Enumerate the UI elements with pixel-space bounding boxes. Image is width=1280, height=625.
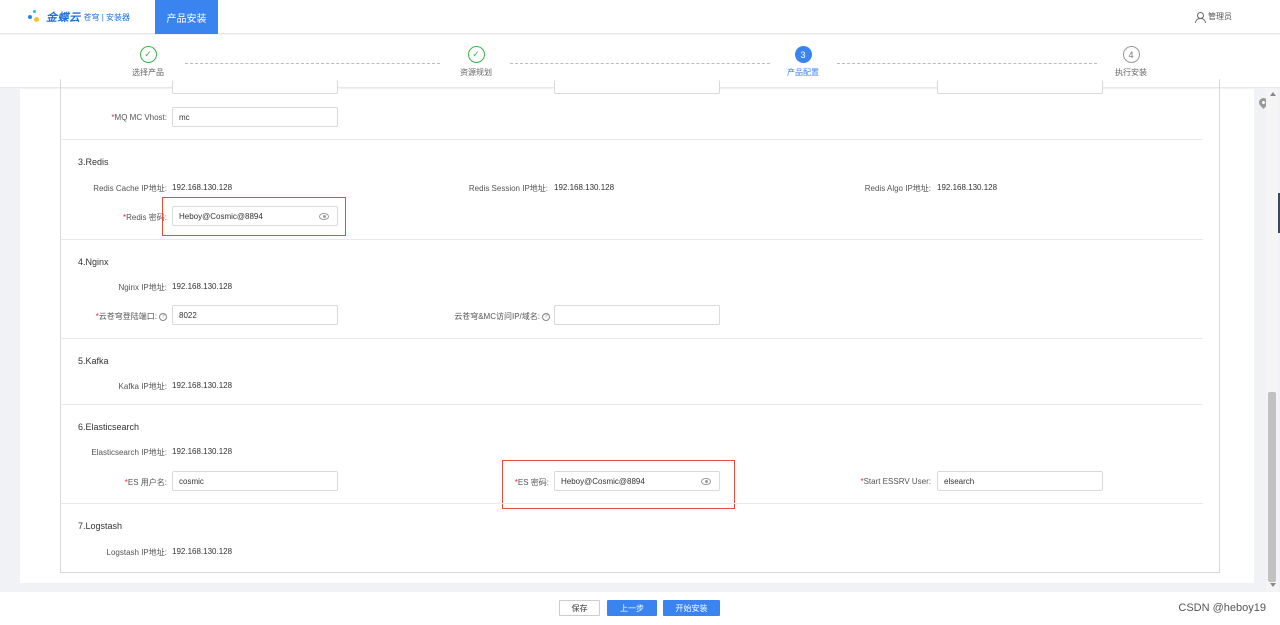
check-icon: ✓	[467, 46, 485, 63]
check-icon: ✓	[139, 46, 157, 63]
redis-session-ip-value: 192.168.130.128	[554, 183, 615, 192]
nginx-port-input[interactable]: 8022	[172, 305, 338, 325]
start-install-button[interactable]: 开始安装	[663, 600, 720, 616]
essrv-user-label: *Start ESSRV User:	[860, 477, 931, 486]
step-number: 3	[794, 46, 812, 63]
step-label: 选择产品	[132, 68, 164, 77]
app-logo: 金蝶云 苍穹 | 安装器	[28, 8, 130, 26]
step-execute-install: 4 执行安装	[1091, 46, 1171, 78]
help-icon[interactable]: ?	[159, 312, 167, 321]
es-ip-label: Elasticsearch IP地址:	[91, 448, 167, 457]
es-user-input[interactable]: cosmic	[172, 471, 338, 491]
redis-section-title: 3.Redis	[78, 157, 109, 167]
user-icon	[1195, 11, 1206, 23]
nginx-ip-label: Nginx IP地址:	[118, 283, 167, 292]
watermark: CSDN @heboy19	[1178, 602, 1266, 614]
step-label: 产品配置	[787, 68, 819, 77]
step-connector	[185, 63, 440, 64]
logo-icon	[28, 10, 42, 24]
tab-product-install[interactable]: 产品安装	[155, 0, 218, 34]
redis-cache-ip-value: 192.168.130.128	[172, 183, 233, 192]
es-ip-value: 192.168.130.128	[172, 447, 233, 456]
save-button[interactable]: 保存	[559, 600, 600, 616]
user-name: 管理员	[1208, 12, 1232, 21]
es-user-label: *ES 用户名:	[124, 478, 167, 487]
redis-cache-ip-label: Redis Cache IP地址:	[93, 184, 167, 193]
redis-algo-ip-label: Redis Algo IP地址:	[864, 184, 931, 193]
footer-bar: 保存 上一步 开始安装 CSDN @heboy19	[0, 592, 1280, 625]
logo-subtitle: 苍穹 | 安装器	[83, 12, 131, 22]
redis-algo-ip-value: 192.168.130.128	[937, 183, 998, 192]
logstash-section-title: 7.Logstash	[78, 521, 123, 531]
step-label: 执行安装	[1115, 68, 1147, 77]
mq-vhost-input[interactable]: mc	[172, 107, 338, 127]
partial-input[interactable]	[554, 80, 720, 94]
section-divider	[60, 239, 1203, 240]
section-divider	[60, 503, 1203, 504]
section-divider	[60, 338, 1203, 339]
nginx-domain-input[interactable]	[554, 305, 720, 325]
logo-brand: 金蝶云	[46, 12, 81, 24]
step-product-config: 3 产品配置	[763, 46, 843, 78]
kafka-section-title: 5.Kafka	[78, 356, 109, 366]
kafka-ip-value: 192.168.130.128	[172, 381, 233, 390]
highlight-box	[162, 197, 346, 236]
redis-password-label: *Redis 密码:	[122, 213, 167, 222]
kafka-ip-label: Kafka IP地址:	[118, 382, 167, 391]
step-select-product: ✓ 选择产品	[108, 46, 188, 78]
step-label: 资源规划	[460, 68, 492, 77]
logstash-ip-value: 192.168.130.128	[172, 547, 233, 556]
logstash-ip-label: Logstash IP地址:	[106, 548, 167, 557]
step-connector	[837, 63, 1097, 64]
redis-session-ip-label: Redis Session IP地址:	[468, 184, 548, 193]
scroll-down-arrow-icon[interactable]	[1270, 583, 1276, 587]
user-menu[interactable]: 管理员	[1195, 11, 1232, 23]
mq-vhost-label: *MQ MC Vhost:	[111, 113, 167, 122]
partial-input[interactable]	[172, 80, 338, 94]
nginx-ip-value: 192.168.130.128	[172, 282, 233, 291]
nginx-port-label: *云苍穹登陆端口:?	[60, 311, 167, 322]
section-divider	[60, 404, 1203, 405]
step-resource-plan: ✓ 资源规划	[436, 46, 516, 78]
highlight-box	[502, 460, 735, 509]
nginx-domain-label: 云苍穹&MC访问IP/域名:?	[430, 311, 550, 322]
scroll-up-arrow-icon[interactable]	[1270, 92, 1276, 96]
step-number: 4	[1122, 46, 1140, 63]
section-divider	[60, 139, 1203, 140]
step-connector	[510, 63, 770, 64]
essrv-user-input[interactable]: elsearch	[937, 471, 1103, 491]
partial-input[interactable]	[937, 80, 1103, 94]
es-section-title: 6.Elasticsearch	[78, 422, 140, 432]
top-bar: 金蝶云 苍穹 | 安装器 产品安装 管理员	[0, 0, 1280, 34]
nginx-section-title: 4.Nginx	[78, 257, 109, 267]
scrollbar-thumb[interactable]	[1268, 392, 1276, 582]
help-icon[interactable]: ?	[542, 312, 550, 321]
prev-step-button[interactable]: 上一步	[607, 600, 657, 616]
